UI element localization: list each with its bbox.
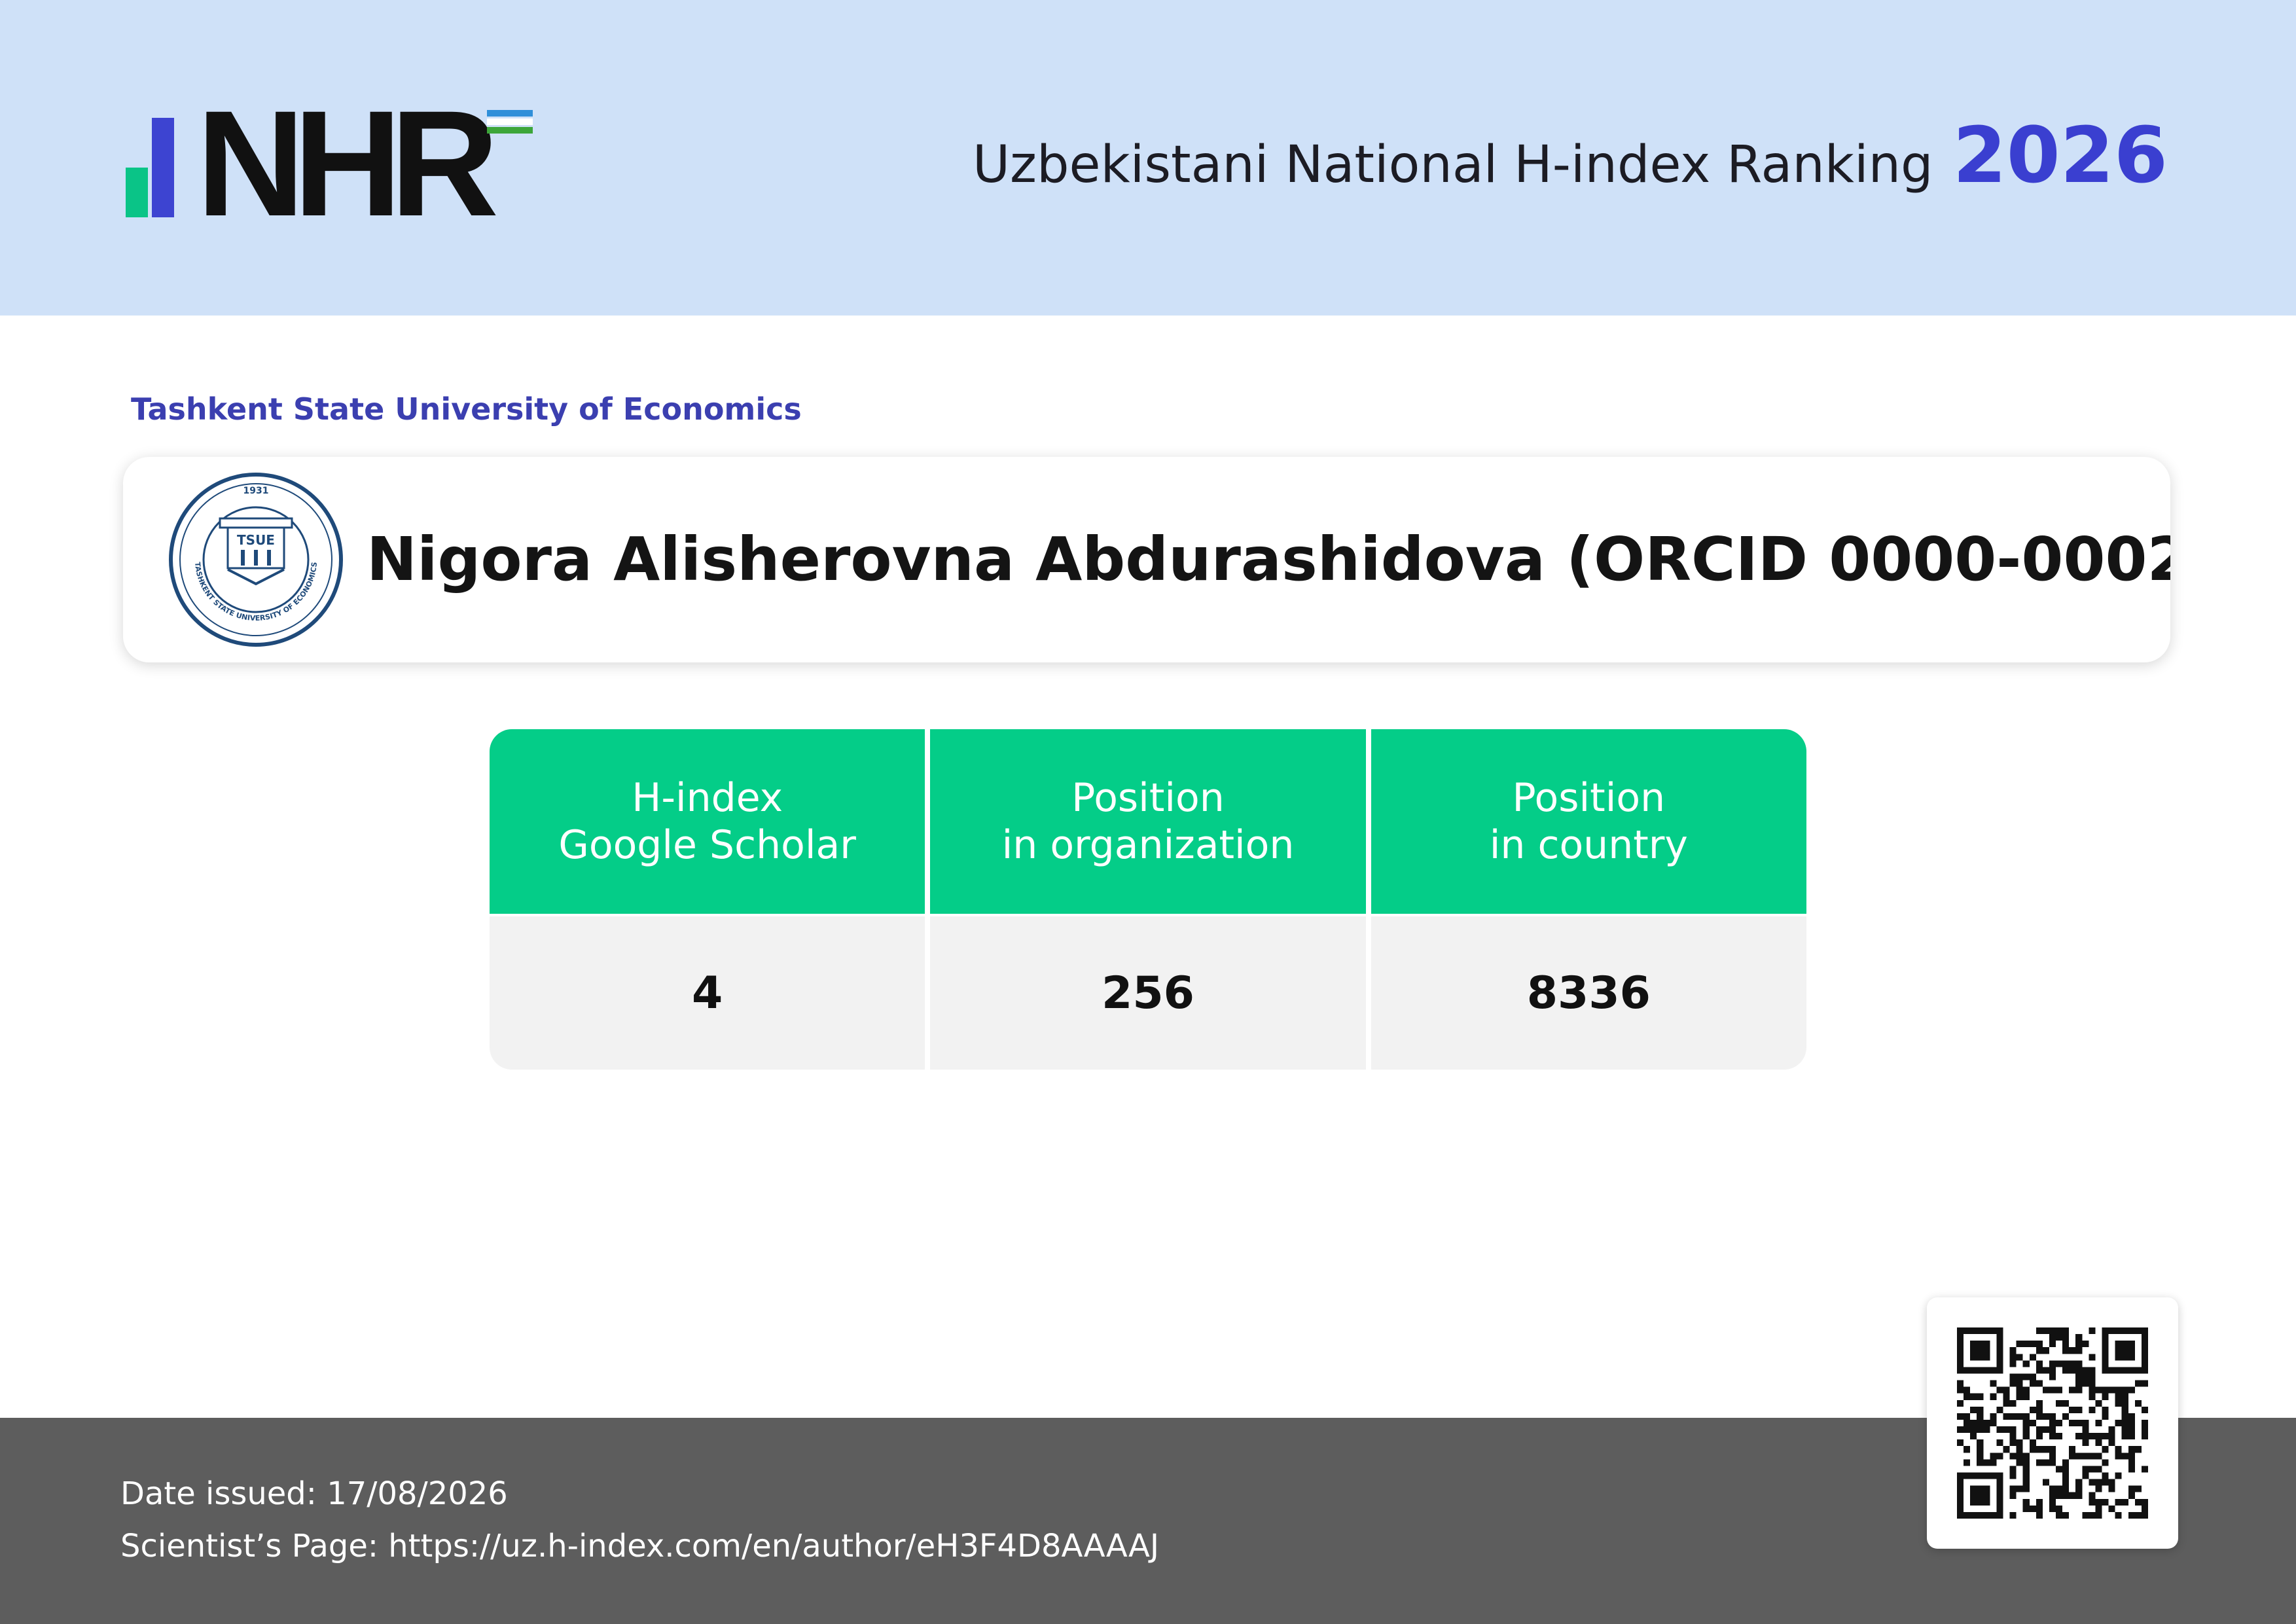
stat-value-org-position: 256 (930, 916, 1366, 1070)
stat-header-hindex: H-index Google Scholar (490, 729, 925, 916)
stat-header-country-position: Position in country (1371, 729, 1806, 916)
stat-header-org-position: Position in organization (930, 729, 1366, 916)
date-issued: Date issued: 17/08/2026 (120, 1475, 508, 1512)
scientist-card: 1931 TASHKENT STATE UNIVERSITY OF ECONOM… (123, 457, 2170, 662)
stat-value-hindex: 4 (490, 916, 925, 1070)
uzbek-flag-icon (487, 110, 533, 134)
logo-bars-icon (123, 105, 175, 223)
logo-text: NHR (196, 79, 499, 247)
organization-name: Tashkent State University of Economics (131, 391, 802, 427)
university-seal-icon: 1931 TASHKENT STATE UNIVERSITY OF ECONOM… (169, 473, 343, 647)
qr-code-icon (1957, 1327, 2148, 1519)
scientist-name: Nigora Alisherovna Abdurashidova (ORCID … (367, 524, 2170, 594)
ranking-title: Uzbekistani National H-index Ranking 202… (973, 110, 2168, 202)
logo-bar-green (126, 168, 148, 217)
stat-value-country-position: 8336 (1371, 916, 1806, 1070)
svg-text:1931: 1931 (243, 486, 269, 496)
qr-code-card (1927, 1297, 2178, 1549)
ranking-year: 2026 (1952, 110, 2168, 200)
nhr-logo: NHR (123, 79, 542, 247)
stats-table: H-index Google Scholar Position in organ… (490, 729, 1806, 1070)
logo-bar-blue (152, 118, 174, 217)
ranking-title-text: Uzbekistani National H-index Ranking (972, 135, 1933, 194)
header-banner: NHR Uzbekistani National H-index Ranking… (0, 0, 2296, 316)
scientist-page-link[interactable]: Scientist’s Page: https://uz.h-index.com… (120, 1528, 1159, 1564)
svg-text:TSUE: TSUE (237, 532, 275, 548)
